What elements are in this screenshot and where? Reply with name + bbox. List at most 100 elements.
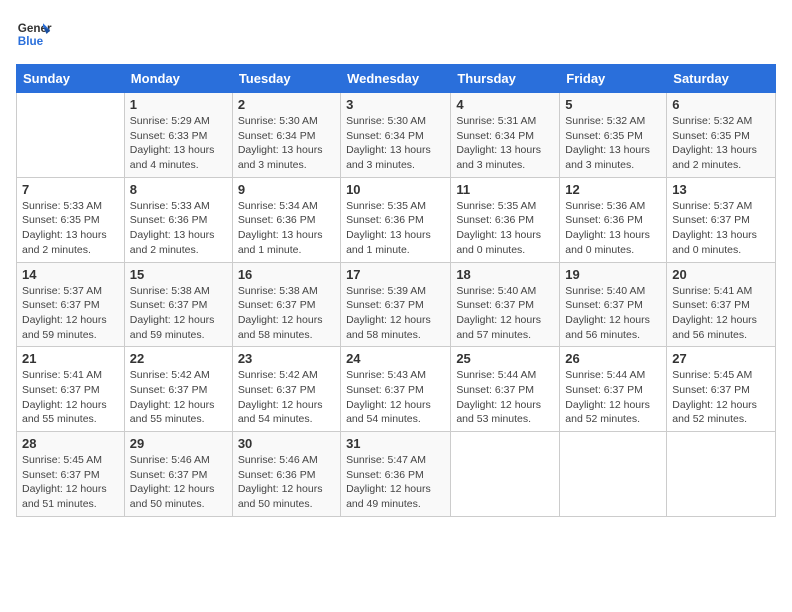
calendar-cell bbox=[17, 93, 125, 178]
day-info: Sunrise: 5:47 AM Sunset: 6:36 PM Dayligh… bbox=[346, 453, 445, 512]
day-number: 1 bbox=[130, 97, 227, 112]
logo: General Blue bbox=[16, 16, 52, 52]
day-number: 23 bbox=[238, 351, 335, 366]
logo-icon: General Blue bbox=[16, 16, 52, 52]
day-number: 17 bbox=[346, 267, 445, 282]
day-number: 29 bbox=[130, 436, 227, 451]
weekday-header-wednesday: Wednesday bbox=[341, 65, 451, 93]
calendar-cell: 15 Sunrise: 5:38 AM Sunset: 6:37 PM Dayli… bbox=[124, 262, 232, 347]
day-info: Sunrise: 5:37 AM Sunset: 6:37 PM Dayligh… bbox=[22, 284, 119, 343]
weekday-header-saturday: Saturday bbox=[667, 65, 776, 93]
day-number: 9 bbox=[238, 182, 335, 197]
calendar-cell: 31 Sunrise: 5:47 AM Sunset: 6:36 PM Dayli… bbox=[341, 432, 451, 517]
day-info: Sunrise: 5:42 AM Sunset: 6:37 PM Dayligh… bbox=[238, 368, 335, 427]
calendar-week-5: 28Sunrise: 5:45 AM Sunset: 6:37 PM Dayli… bbox=[17, 432, 776, 517]
day-number: 5 bbox=[565, 97, 661, 112]
day-info: Sunrise: 5:38 AM Sunset: 6:37 PM Dayligh… bbox=[238, 284, 335, 343]
calendar-cell: 18 Sunrise: 5:40 AM Sunset: 6:37 PM Dayli… bbox=[451, 262, 560, 347]
weekday-header-friday: Friday bbox=[560, 65, 667, 93]
day-number: 24 bbox=[346, 351, 445, 366]
calendar-cell: 16 Sunrise: 5:38 AM Sunset: 6:37 PM Dayli… bbox=[232, 262, 340, 347]
day-info: Sunrise: 5:35 AM Sunset: 6:36 PM Dayligh… bbox=[456, 199, 554, 258]
calendar-week-2: 7Sunrise: 5:33 AM Sunset: 6:35 PM Daylig… bbox=[17, 177, 776, 262]
day-number: 20 bbox=[672, 267, 770, 282]
day-number: 19 bbox=[565, 267, 661, 282]
calendar-cell: 27 Sunrise: 5:45 AM Sunset: 6:37 PM Dayli… bbox=[667, 347, 776, 432]
day-info: Sunrise: 5:41 AM Sunset: 6:37 PM Dayligh… bbox=[672, 284, 770, 343]
day-number: 26 bbox=[565, 351, 661, 366]
calendar-cell: 5 Sunrise: 5:32 AM Sunset: 6:35 PM Daylig… bbox=[560, 93, 667, 178]
calendar-cell: 10 Sunrise: 5:35 AM Sunset: 6:36 PM Dayli… bbox=[341, 177, 451, 262]
weekday-header-monday: Monday bbox=[124, 65, 232, 93]
day-info: Sunrise: 5:33 AM Sunset: 6:36 PM Dayligh… bbox=[130, 199, 227, 258]
calendar-cell: 17 Sunrise: 5:39 AM Sunset: 6:37 PM Dayli… bbox=[341, 262, 451, 347]
calendar-cell: 3 Sunrise: 5:30 AM Sunset: 6:34 PM Daylig… bbox=[341, 93, 451, 178]
calendar-cell: 26Sunrise: 5:44 AM Sunset: 6:37 PM Dayli… bbox=[560, 347, 667, 432]
day-info: Sunrise: 5:46 AM Sunset: 6:36 PM Dayligh… bbox=[238, 453, 335, 512]
day-info: Sunrise: 5:38 AM Sunset: 6:37 PM Dayligh… bbox=[130, 284, 227, 343]
day-info: Sunrise: 5:29 AM Sunset: 6:33 PM Dayligh… bbox=[130, 114, 227, 173]
calendar-cell: 14Sunrise: 5:37 AM Sunset: 6:37 PM Dayli… bbox=[17, 262, 125, 347]
calendar-cell: 30Sunrise: 5:46 AM Sunset: 6:36 PM Dayli… bbox=[232, 432, 340, 517]
day-number: 25 bbox=[456, 351, 554, 366]
calendar-cell bbox=[451, 432, 560, 517]
calendar-week-4: 21Sunrise: 5:41 AM Sunset: 6:37 PM Dayli… bbox=[17, 347, 776, 432]
day-number: 7 bbox=[22, 182, 119, 197]
day-info: Sunrise: 5:30 AM Sunset: 6:34 PM Dayligh… bbox=[346, 114, 445, 173]
day-info: Sunrise: 5:35 AM Sunset: 6:36 PM Dayligh… bbox=[346, 199, 445, 258]
day-number: 27 bbox=[672, 351, 770, 366]
weekday-header-row: SundayMondayTuesdayWednesdayThursdayFrid… bbox=[17, 65, 776, 93]
day-number: 13 bbox=[672, 182, 770, 197]
calendar-cell: 21Sunrise: 5:41 AM Sunset: 6:37 PM Dayli… bbox=[17, 347, 125, 432]
calendar-week-3: 14Sunrise: 5:37 AM Sunset: 6:37 PM Dayli… bbox=[17, 262, 776, 347]
day-number: 21 bbox=[22, 351, 119, 366]
day-info: Sunrise: 5:31 AM Sunset: 6:34 PM Dayligh… bbox=[456, 114, 554, 173]
page-header: General Blue bbox=[16, 16, 776, 52]
calendar-cell bbox=[667, 432, 776, 517]
calendar-cell: 11Sunrise: 5:35 AM Sunset: 6:36 PM Dayli… bbox=[451, 177, 560, 262]
calendar-cell: 23 Sunrise: 5:42 AM Sunset: 6:37 PM Dayli… bbox=[232, 347, 340, 432]
day-number: 6 bbox=[672, 97, 770, 112]
day-info: Sunrise: 5:40 AM Sunset: 6:37 PM Dayligh… bbox=[456, 284, 554, 343]
day-info: Sunrise: 5:46 AM Sunset: 6:37 PM Dayligh… bbox=[130, 453, 227, 512]
calendar-cell: 7Sunrise: 5:33 AM Sunset: 6:35 PM Daylig… bbox=[17, 177, 125, 262]
calendar-week-1: 1 Sunrise: 5:29 AM Sunset: 6:33 PM Daylig… bbox=[17, 93, 776, 178]
calendar-cell: 2Sunrise: 5:30 AM Sunset: 6:34 PM Daylig… bbox=[232, 93, 340, 178]
day-number: 4 bbox=[456, 97, 554, 112]
calendar-cell: 13 Sunrise: 5:37 AM Sunset: 6:37 PM Dayli… bbox=[667, 177, 776, 262]
day-number: 3 bbox=[346, 97, 445, 112]
weekday-header-thursday: Thursday bbox=[451, 65, 560, 93]
day-info: Sunrise: 5:30 AM Sunset: 6:34 PM Dayligh… bbox=[238, 114, 335, 173]
svg-text:Blue: Blue bbox=[18, 35, 44, 48]
day-info: Sunrise: 5:39 AM Sunset: 6:37 PM Dayligh… bbox=[346, 284, 445, 343]
calendar-cell: 29 Sunrise: 5:46 AM Sunset: 6:37 PM Dayli… bbox=[124, 432, 232, 517]
day-number: 18 bbox=[456, 267, 554, 282]
calendar-cell: 22 Sunrise: 5:42 AM Sunset: 6:37 PM Dayli… bbox=[124, 347, 232, 432]
calendar-cell: 6 Sunrise: 5:32 AM Sunset: 6:35 PM Daylig… bbox=[667, 93, 776, 178]
day-info: Sunrise: 5:44 AM Sunset: 6:37 PM Dayligh… bbox=[456, 368, 554, 427]
calendar-cell: 12 Sunrise: 5:36 AM Sunset: 6:36 PM Dayli… bbox=[560, 177, 667, 262]
day-number: 31 bbox=[346, 436, 445, 451]
calendar-cell: 8Sunrise: 5:33 AM Sunset: 6:36 PM Daylig… bbox=[124, 177, 232, 262]
calendar-cell bbox=[560, 432, 667, 517]
day-info: Sunrise: 5:32 AM Sunset: 6:35 PM Dayligh… bbox=[565, 114, 661, 173]
day-number: 10 bbox=[346, 182, 445, 197]
calendar-cell: 19 Sunrise: 5:40 AM Sunset: 6:37 PM Dayli… bbox=[560, 262, 667, 347]
calendar-cell: 24Sunrise: 5:43 AM Sunset: 6:37 PM Dayli… bbox=[341, 347, 451, 432]
day-info: Sunrise: 5:34 AM Sunset: 6:36 PM Dayligh… bbox=[238, 199, 335, 258]
calendar-table: SundayMondayTuesdayWednesdayThursdayFrid… bbox=[16, 64, 776, 517]
day-info: Sunrise: 5:37 AM Sunset: 6:37 PM Dayligh… bbox=[672, 199, 770, 258]
day-number: 22 bbox=[130, 351, 227, 366]
day-number: 16 bbox=[238, 267, 335, 282]
day-number: 28 bbox=[22, 436, 119, 451]
day-info: Sunrise: 5:42 AM Sunset: 6:37 PM Dayligh… bbox=[130, 368, 227, 427]
day-info: Sunrise: 5:36 AM Sunset: 6:36 PM Dayligh… bbox=[565, 199, 661, 258]
calendar-cell: 1 Sunrise: 5:29 AM Sunset: 6:33 PM Daylig… bbox=[124, 93, 232, 178]
calendar-cell: 4 Sunrise: 5:31 AM Sunset: 6:34 PM Daylig… bbox=[451, 93, 560, 178]
day-number: 12 bbox=[565, 182, 661, 197]
calendar-cell: 9 Sunrise: 5:34 AM Sunset: 6:36 PM Daylig… bbox=[232, 177, 340, 262]
day-number: 15 bbox=[130, 267, 227, 282]
day-info: Sunrise: 5:40 AM Sunset: 6:37 PM Dayligh… bbox=[565, 284, 661, 343]
day-info: Sunrise: 5:32 AM Sunset: 6:35 PM Dayligh… bbox=[672, 114, 770, 173]
day-info: Sunrise: 5:45 AM Sunset: 6:37 PM Dayligh… bbox=[672, 368, 770, 427]
